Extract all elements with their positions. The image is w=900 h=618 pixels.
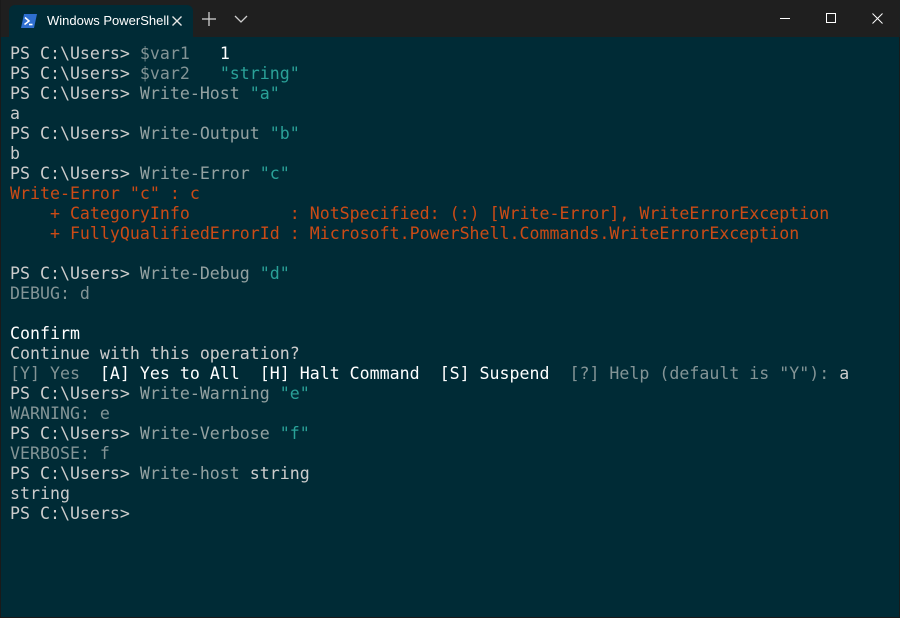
terminal-text: Continue with this operation? [10,344,300,363]
terminal-line: Continue with this operation? [10,344,895,364]
terminal-text: a [10,104,20,123]
terminal-line: PS C:\Users> Write-Error "c" [10,164,895,184]
terminal-text: Write-Verbose [139,424,270,443]
terminal-line: PS C:\Users> $var2 "string" [10,64,895,84]
terminal-text: WARNING: e [10,404,110,423]
minimize-icon [780,18,790,19]
terminal-text: PS C:\Users> [10,64,140,83]
tab-windows-powershell[interactable]: Windows PowerShell [9,5,193,37]
plus-icon [202,12,216,26]
terminal-text: b [10,144,20,163]
terminal-text: PS C:\Users> [10,384,140,403]
terminal-text: PS C:\Users> [10,424,140,443]
terminal-text: PS C:\Users> [10,124,140,143]
terminal-line: PS C:\Users> $var1 1 [10,44,895,64]
terminal-line: b [10,144,895,164]
powershell-window: Windows PowerShell PS C:\Users> $var1 1 … [0,0,900,618]
tab-title: Windows PowerShell [47,13,170,28]
terminal-line: Confirm [10,324,895,344]
terminal-line: [Y] Yes [A] Yes to All [H] Halt Command … [10,364,895,384]
close-icon[interactable] [169,13,185,29]
maximize-icon [826,13,836,23]
terminal-line: PS C:\Users> Write-host string [10,464,895,484]
terminal-text: Write-Warning [139,384,270,403]
terminal-text: PS C:\Users> [10,504,130,523]
terminal-text: VERBOSE: f [10,444,110,463]
terminal-text: "f" [279,424,310,443]
terminal-text: "string" [219,64,300,83]
terminal-text: string [10,484,70,503]
minimize-button[interactable] [762,0,808,37]
terminal-line: WARNING: e [10,404,895,424]
terminal-text: "d" [259,264,290,283]
terminal-line: PS C:\Users> Write-Debug "d" [10,264,895,284]
terminal-text: Write-Output [139,124,260,143]
terminal-line: PS C:\Users> Write-Verbose "f" [10,424,895,444]
terminal-text: Write-Host [139,84,240,103]
terminal-line: PS C:\Users> Write-Host "a" [10,84,895,104]
terminal-text: DEBUG: d [10,284,90,303]
terminal-text: Write-Debug [139,264,250,283]
terminal-text: + CategoryInfo : NotSpecified: (:) [Writ… [10,204,830,223]
terminal-text: Write-Error "c" : c [10,184,200,203]
terminal-text: "b" [269,124,300,143]
terminal-text: "c" [259,164,290,183]
terminal-line: PS C:\Users> Write-Output "b" [10,124,895,144]
terminal-line: Write-Error "c" : c [10,184,895,204]
terminal-text: "e" [279,384,310,403]
terminal-line: DEBUG: d [10,284,895,304]
tab-dropdown-button[interactable] [231,9,251,29]
terminal-line: string [10,484,895,504]
chevron-down-icon [234,15,248,23]
close-icon [872,13,883,24]
terminal-text: PS C:\Users> [10,164,140,183]
terminal-line: PS C:\Users> [10,504,895,524]
title-bar[interactable]: Windows PowerShell [1,0,900,37]
close-window-button[interactable] [854,0,900,37]
terminal-text: a [839,364,850,383]
terminal-text: PS C:\Users> [10,44,140,63]
new-tab-button[interactable] [199,9,219,29]
powershell-icon [21,13,37,28]
terminal-text: [A] Yes to All [H] Halt Command [S] Susp… [99,364,570,383]
maximize-button[interactable] [808,0,854,37]
terminal-text: Write-Error [139,164,250,183]
terminal-line: + FullyQualifiedErrorId : Microsoft.Powe… [10,224,895,244]
terminal-text: PS C:\Users> [10,464,140,483]
terminal-text: PS C:\Users> [10,84,140,103]
terminal-text: + FullyQualifiedErrorId : Microsoft.Powe… [10,224,800,243]
terminal-text: Confirm [10,324,80,343]
terminal-text: 1 [219,44,230,63]
terminal-line: VERBOSE: f [10,444,895,464]
terminal-line: + CategoryInfo : NotSpecified: (:) [Writ… [10,204,895,224]
terminal-output[interactable]: PS C:\Users> $var1 1 PS C:\Users> $var2 "… [10,44,895,614]
terminal-line: PS C:\Users> Write-Warning "e" [10,384,895,404]
terminal-text: PS C:\Users> [10,264,140,283]
terminal-text: [?] Help (default is "Y"): [569,364,840,383]
terminal-text: [Y] Yes [10,364,100,383]
terminal-text: Write-host [139,464,240,483]
terminal-text: "a" [249,84,280,103]
terminal-text: $var1 [139,44,190,63]
terminal-line: a [10,104,895,124]
terminal-text: $var2 [139,64,190,83]
terminal-text: string [239,464,310,483]
